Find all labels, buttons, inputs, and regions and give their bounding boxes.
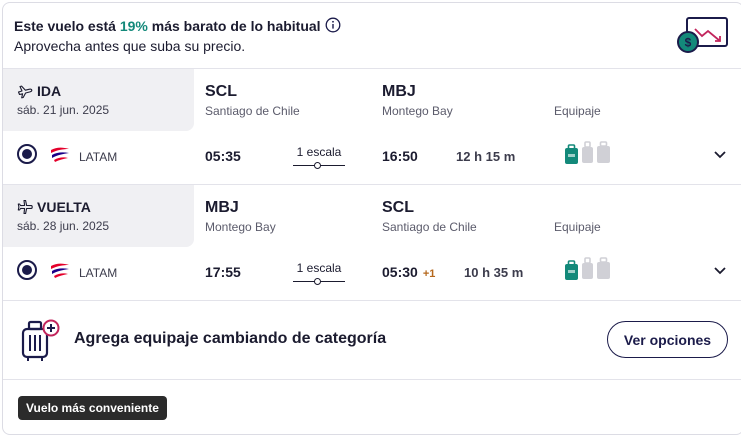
- origin-code: MBJ: [205, 199, 239, 216]
- segment-title: IDA: [17, 83, 61, 99]
- stop-dot: [314, 278, 321, 285]
- stops-line: [293, 277, 345, 287]
- segment-outbound[interactable]: IDA sáb. 21 jun. 2025 SCL Santiago de Ch…: [3, 69, 741, 185]
- latam-logo-icon: [51, 147, 69, 162]
- airline-name: LATAM: [79, 150, 118, 164]
- latam-logo-icon: [51, 263, 69, 278]
- departure-time: 17:55: [205, 264, 241, 280]
- carry-on-icon: [582, 257, 593, 279]
- segment-title: VUELTA: [17, 199, 91, 215]
- flight-duration: 12 h 15 m: [456, 149, 516, 164]
- price-insight-title: Este vuelo está 19% más barato de lo hab…: [14, 18, 321, 34]
- baggage-upsell: Agrega equipaje cambiando de categoría V…: [3, 301, 741, 380]
- stop-dot: [314, 162, 321, 169]
- personal-item-icon: [565, 144, 578, 164]
- destination-city: Santiago de Chile: [382, 220, 477, 234]
- segment-date: sáb. 21 jun. 2025: [17, 103, 110, 117]
- stops-indicator[interactable]: 1 escala: [293, 261, 345, 287]
- stops-indicator[interactable]: 1 escala: [293, 145, 345, 171]
- destination-code: MBJ: [382, 83, 416, 100]
- add-luggage-icon: [21, 319, 60, 361]
- arrival-time-value: 05:30: [382, 264, 418, 280]
- arrival-time: 16:50: [382, 148, 423, 164]
- segment-label: VUELTA: [37, 199, 91, 215]
- destination-city: Montego Bay: [382, 104, 453, 118]
- segment-return[interactable]: VUELTA sáb. 28 jun. 2025 MBJ Montego Bay…: [3, 185, 741, 301]
- arrival-time: 05:30 +1: [382, 264, 435, 280]
- price-insight-prefix: Este vuelo está: [14, 18, 120, 34]
- arrival-time-value: 16:50: [382, 148, 418, 164]
- checked-bag-icon: [597, 141, 610, 163]
- price-insight-subtitle: Aprovecha antes que suba su precio.: [14, 38, 246, 54]
- price-insight-percent: 19%: [119, 18, 148, 34]
- plane-departure-icon: [17, 85, 33, 99]
- upsell-text: Agrega equipaje cambiando de categoría: [74, 330, 387, 347]
- see-options-button[interactable]: Ver opciones: [607, 321, 728, 358]
- segment-tag: VUELTA sáb. 28 jun. 2025: [3, 185, 194, 247]
- day-offset: +1: [422, 268, 436, 280]
- equipment-label: Equipaje: [554, 220, 601, 234]
- origin-code: SCL: [205, 83, 237, 100]
- price-insight-suffix: más barato de lo habitual: [147, 18, 321, 34]
- departure-time: 05:35: [205, 148, 241, 164]
- equipment-label: Equipaje: [554, 104, 601, 118]
- stops-label: 1 escala: [296, 145, 342, 159]
- baggage-icons[interactable]: [563, 140, 613, 166]
- flight-result-card: Este vuelo está 19% más barato de lo hab…: [2, 2, 741, 435]
- segment-tag: IDA sáb. 21 jun. 2025: [3, 69, 194, 131]
- flight-radio[interactable]: [17, 144, 37, 164]
- flight-duration: 10 h 35 m: [464, 265, 524, 280]
- svg-text:$: $: [685, 36, 692, 50]
- stops-line: [293, 161, 345, 171]
- baggage-icons[interactable]: [563, 256, 613, 282]
- personal-item-icon: [565, 260, 578, 280]
- checked-bag-icon: [597, 257, 610, 279]
- airline-name: LATAM: [79, 266, 118, 280]
- stops-label: 1 escala: [296, 261, 342, 275]
- segment-label: IDA: [37, 83, 62, 99]
- best-flight-badge: Vuelo más conveniente: [18, 396, 167, 420]
- chevron-down-icon[interactable]: [713, 150, 727, 160]
- destination-code: SCL: [382, 199, 414, 216]
- plane-return-icon: [17, 199, 33, 215]
- chevron-down-icon[interactable]: [713, 266, 727, 276]
- origin-city: Santiago de Chile: [205, 104, 300, 118]
- origin-city: Montego Bay: [205, 220, 276, 234]
- info-icon[interactable]: [325, 17, 341, 33]
- flight-radio[interactable]: [17, 260, 37, 280]
- price-drop-icon: $: [677, 17, 728, 53]
- carry-on-icon: [582, 141, 593, 163]
- price-insight-banner: Este vuelo está 19% más barato de lo hab…: [3, 3, 741, 69]
- segment-date: sáb. 28 jun. 2025: [17, 219, 110, 233]
